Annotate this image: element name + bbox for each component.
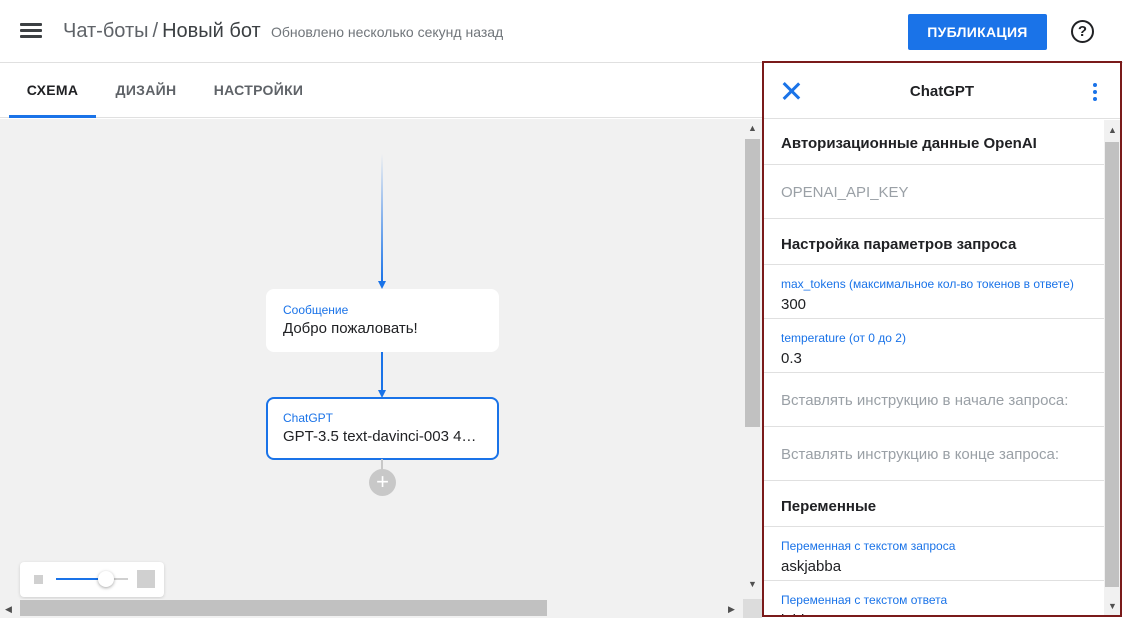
section-heading-variables: Переменные — [764, 481, 1104, 527]
field-label: Переменная с текстом ответа — [781, 593, 948, 607]
section-heading-params: Настройка параметров запроса — [764, 219, 1104, 265]
scrollbar-thumb[interactable] — [20, 600, 547, 616]
add-node-button[interactable]: + — [369, 469, 396, 496]
arrow-down-icon — [378, 281, 386, 289]
node-type-label: ChatGPT — [283, 411, 334, 425]
field-value: 300 — [781, 296, 807, 313]
node-type-label: Сообщение — [283, 303, 349, 317]
field-value: askjabba — [781, 558, 842, 575]
help-icon[interactable]: ? — [1071, 20, 1094, 43]
api-key-field[interactable]: OPENAI_API_KEY — [764, 165, 1104, 219]
node-content: GPT-3.5 text-davinci-003 4097 tokens — [283, 428, 482, 445]
node-settings-panel: ChatGPT Авторизационные данные OpenAI OP… — [762, 61, 1122, 617]
scroll-left-icon[interactable]: ◀ — [5, 604, 12, 614]
scroll-up-icon[interactable]: ▲ — [748, 123, 757, 133]
scroll-up-icon[interactable]: ▲ — [1108, 125, 1117, 135]
field-label: temperature (от 0 до 2) — [781, 331, 906, 345]
request-variable-field[interactable]: Переменная с текстом запроса askjabba — [764, 527, 1104, 581]
canvas-horizontal-scrollbar[interactable]: ◀ ▶ — [0, 599, 743, 618]
breadcrumb-separator: / — [152, 20, 159, 42]
field-label: max_tokens (максимальное кол-во токенов … — [781, 277, 1074, 291]
tab-design[interactable]: ДИЗАЙН — [107, 63, 185, 118]
scroll-down-icon[interactable]: ▼ — [1108, 601, 1117, 611]
node-content: Добро пожаловать! — [283, 320, 418, 337]
zoom-slider-handle[interactable] — [98, 571, 115, 587]
zoom-control — [20, 562, 164, 597]
panel-header: ChatGPT — [764, 63, 1120, 119]
publish-button[interactable]: ПУБЛИКАЦИЯ — [908, 14, 1047, 50]
canvas-vertical-scrollbar[interactable]: ▲ ▼ — [743, 119, 762, 599]
scrollbar-thumb[interactable] — [1105, 142, 1119, 587]
section-heading-auth: Авторизационные данные OpenAI — [764, 120, 1104, 165]
chatgpt-node[interactable]: ChatGPT GPT-3.5 text-davinci-003 4097 to… — [266, 397, 499, 460]
scroll-down-icon[interactable]: ▼ — [748, 579, 757, 589]
field-label: Переменная с текстом запроса — [781, 539, 956, 553]
panel-title: ChatGPT — [909, 83, 975, 100]
panel-body: Авторизационные данные OpenAI OPENAI_API… — [764, 120, 1104, 615]
flow-canvas[interactable]: Сообщение Добро пожаловать! ChatGPT GPT-… — [0, 119, 743, 599]
top-bar: Чат-боты / Новый бот Обновлено несколько с… — [0, 0, 1123, 63]
breadcrumb-chatbots-link[interactable]: Чат-боты — [63, 20, 149, 42]
field-value: jabbasays — [781, 612, 1104, 615]
tab-bar: СХЕМА ДИЗАЙН НАСТРОЙКИ — [0, 63, 762, 118]
page-title: Новый бот — [162, 20, 261, 42]
prefix-instruction-field[interactable]: Вставлять инструкцию в начале запроса: — [764, 373, 1104, 427]
panel-scrollbar[interactable]: ▲ ▼ — [1104, 120, 1120, 615]
tab-settings[interactable]: НАСТРОЙКИ — [203, 63, 314, 118]
message-node[interactable]: Сообщение Добро пожаловать! — [266, 289, 499, 352]
connector-line — [381, 352, 383, 392]
zoom-out-icon[interactable] — [34, 575, 43, 584]
scrollbar-corner — [743, 599, 762, 618]
menu-icon[interactable] — [20, 21, 42, 39]
tab-schema[interactable]: СХЕМА — [9, 63, 96, 118]
more-vert-icon[interactable] — [1090, 82, 1100, 102]
field-value: 0.3 — [781, 350, 802, 367]
connector-line — [381, 154, 383, 282]
zoom-slider[interactable] — [56, 571, 128, 587]
save-status: Обновлено несколько секунд назад — [271, 24, 504, 40]
scrollbar-thumb[interactable] — [745, 139, 760, 427]
zoom-in-icon[interactable] — [137, 570, 155, 588]
suffix-instruction-field[interactable]: Вставлять инструкцию в конце запроса: — [764, 427, 1104, 481]
scroll-right-icon[interactable]: ▶ — [728, 604, 735, 614]
temperature-field[interactable]: temperature (от 0 до 2) 0.3 — [764, 319, 1104, 373]
response-variable-field[interactable]: Переменная с текстом ответа jabbasays — [764, 581, 1104, 615]
max-tokens-field[interactable]: max_tokens (максимальное кол-во токенов … — [764, 265, 1104, 319]
breadcrumb: Чат-боты / Новый бот — [63, 20, 261, 43]
